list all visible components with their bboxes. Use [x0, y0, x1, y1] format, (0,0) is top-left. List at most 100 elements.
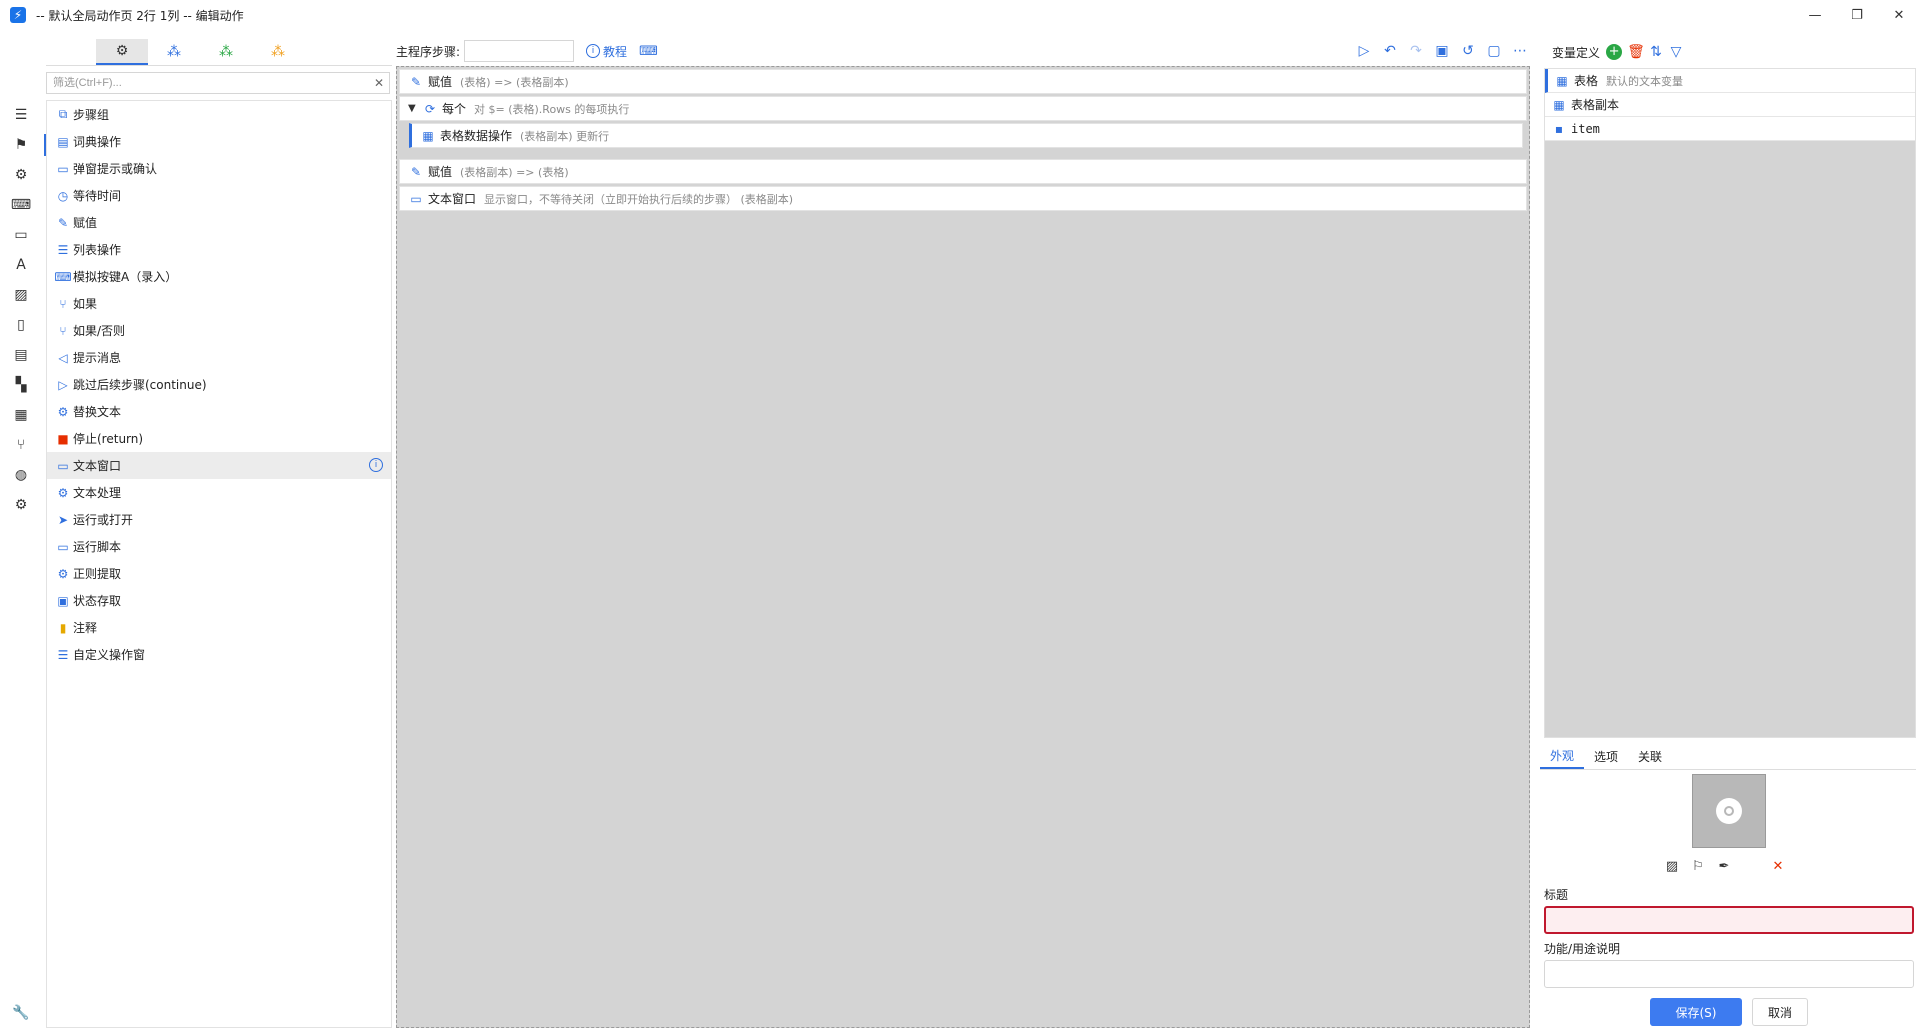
list-item[interactable]: ⌨ 模拟按键A（录入）	[47, 263, 391, 290]
list-item[interactable]: ⧉ 步骤组	[47, 101, 391, 128]
description-input[interactable]	[1544, 960, 1914, 988]
menu-icon[interactable]: ☰	[0, 100, 42, 130]
list-item[interactable]: ▷ 跳过后续步骤(continue)	[47, 371, 391, 398]
note-icon[interactable]: ▢	[1484, 41, 1504, 61]
more-icon[interactable]: ⋯	[1510, 41, 1530, 61]
variable-item[interactable]: ▦ 表格副本	[1545, 93, 1915, 117]
list-item[interactable]: ◷ 等待时间	[47, 182, 391, 209]
list-item[interactable]: ▤ 词典操作	[47, 128, 391, 155]
delete-icon[interactable]: 🗑	[1626, 42, 1646, 62]
window-icon[interactable]: ▭	[0, 220, 42, 250]
undo-icon[interactable]: ↶	[1380, 41, 1400, 61]
action-label: 弹窗提示或确认	[73, 162, 158, 176]
variable-item[interactable]: ▦ 表格 默认的文本变量	[1545, 69, 1915, 93]
settings-icon[interactable]: ⚙	[0, 160, 42, 190]
table-icon: ▦	[1553, 97, 1565, 112]
info-icon[interactable]: i	[369, 458, 383, 472]
variable-desc: 默认的文本变量	[1606, 74, 1684, 88]
keyboard-icon[interactable]: ⌨	[639, 44, 658, 59]
sort-icon[interactable]: ⇅	[1646, 42, 1666, 62]
run-icon[interactable]: ▷	[1354, 41, 1374, 61]
list-item[interactable]: ☰ 列表操作	[47, 236, 391, 263]
filter-icon[interactable]: ▽	[1666, 42, 1686, 62]
cancel-button[interactable]: 取消	[1752, 998, 1808, 1026]
icon-preview[interactable]	[1692, 774, 1766, 848]
action-icon: ☰	[57, 242, 69, 257]
add-icon[interactable]: +	[1606, 44, 1623, 60]
variables-title: 变量定义	[1552, 45, 1601, 60]
restore-button[interactable]: ❐	[1836, 0, 1878, 30]
list-item[interactable]: ◁ 提示消息	[47, 344, 391, 371]
clipboard-icon[interactable]: ▯	[0, 310, 42, 340]
gears-icon[interactable]: ⚙	[0, 490, 42, 520]
list-item[interactable]: ▭ 弹窗提示或确认	[47, 155, 391, 182]
minimize-button[interactable]: —	[1794, 0, 1836, 30]
action-label: 运行或打开	[73, 513, 134, 527]
list-item[interactable]: ⚙ 文本处理	[47, 479, 391, 506]
history-icon[interactable]: ↺	[1458, 41, 1478, 61]
step-desc: (表格副本) 更新行	[520, 129, 610, 143]
tab-blue-group[interactable]: ⁂	[148, 39, 200, 65]
keyboard-icon[interactable]: ⌨	[0, 190, 42, 220]
table-icon[interactable]: ▦	[0, 400, 42, 430]
redo-icon[interactable]: ↷	[1406, 41, 1426, 61]
variable-item[interactable]: ▪ item	[1545, 117, 1915, 141]
title-input[interactable]	[1544, 906, 1914, 934]
flag-icon[interactable]: ⚐	[1690, 858, 1706, 874]
globe-icon[interactable]: ◍	[0, 460, 42, 490]
list-item[interactable]: ▭ 运行脚本	[47, 533, 391, 560]
git-branch-icon[interactable]: ⑂	[0, 430, 42, 460]
list-item[interactable]: ⚙ 替换文本	[47, 398, 391, 425]
windows-logo-icon[interactable]: ▚	[0, 370, 42, 400]
list-item[interactable]: ▮ 注释	[47, 614, 391, 641]
steps-input[interactable]	[464, 40, 575, 62]
action-icon: ▭	[57, 458, 69, 473]
tab-gears[interactable]: ⚙	[96, 38, 148, 65]
tutorial-label: 教程	[603, 44, 628, 59]
filter-input[interactable]	[47, 73, 369, 93]
action-label: 自定义操作窗	[73, 648, 146, 662]
save-button[interactable]: 保存(S)	[1650, 998, 1742, 1026]
steps-canvas[interactable]: ✎ 赋值 (表格) => (表格副本) ▼ ⟳ 每个 对 $= (表格).Row…	[396, 66, 1530, 1028]
step-row[interactable]: ▭ 文本窗口 显示窗口，不等待关闭（立即开始执行后续的步骤） (表格副本)	[399, 186, 1527, 211]
text-variable-icon: ▪	[1554, 121, 1564, 136]
step-row[interactable]: ✎ 赋值 (表格副本) => (表格)	[399, 159, 1527, 184]
font-icon[interactable]: A	[0, 250, 42, 280]
wrench-icon[interactable]: 🔧	[0, 1000, 42, 1026]
tab-links[interactable]: 关联	[1628, 744, 1672, 769]
list-item[interactable]: ⚙ 正则提取	[47, 560, 391, 587]
cluster-blue-icon: ⁂	[167, 43, 181, 60]
list-item[interactable]: ➤ 运行或打开	[47, 506, 391, 533]
action-icon: ▭	[57, 539, 69, 554]
action-label: 注释	[73, 621, 98, 635]
tab-orange-group[interactable]: ⁂	[252, 39, 304, 65]
edit-icon: ✎	[410, 164, 422, 179]
tab-appearance[interactable]: 外观	[1540, 744, 1585, 769]
list-item[interactable]: ☰ 自定义操作窗	[47, 641, 391, 668]
list-item[interactable]: ■ 停止(return)	[47, 425, 391, 452]
list-item[interactable]: ▭ 文本窗口 i	[47, 452, 391, 479]
list-item[interactable]: ⑂ 如果	[47, 290, 391, 317]
list-item[interactable]: ⑂ 如果/否则	[47, 317, 391, 344]
window-controls: — ❐ ✕	[1794, 0, 1920, 30]
tab-green-group[interactable]: ⁂	[200, 39, 252, 65]
step-row[interactable]: ▼ ⟳ 每个 对 $= (表格).Rows 的每项执行	[399, 96, 1527, 121]
step-row[interactable]: ▦ 表格数据操作 (表格副本) 更新行	[409, 123, 1523, 148]
document-icon[interactable]: ▤	[0, 340, 42, 370]
tab-options[interactable]: 选项	[1584, 744, 1628, 769]
eyedropper-icon[interactable]: ✒	[1716, 858, 1732, 874]
main-toolbar: 主程序步骤: i 教程 ⌨ ▷ ↶ ↷ ▣ ↺ ▢ ⋯	[396, 38, 1530, 64]
clear-icon[interactable]: ✕	[369, 76, 389, 90]
collapse-icon[interactable]: ▼	[408, 103, 420, 114]
close-button[interactable]: ✕	[1878, 0, 1920, 30]
bookmark-icon[interactable]: ⚑	[0, 130, 47, 160]
image-icon[interactable]: ▨	[0, 280, 42, 310]
image-icon[interactable]: ▨	[1664, 858, 1680, 874]
list-item[interactable]: ▣ 状态存取	[47, 587, 391, 614]
remove-icon[interactable]: ✕	[1770, 858, 1786, 874]
action-icon: ⌨	[54, 269, 72, 284]
list-item[interactable]: ✎ 赋值	[47, 209, 391, 236]
save-icon[interactable]: ▣	[1432, 41, 1452, 61]
tutorial-link[interactable]: i 教程	[586, 43, 627, 60]
step-row[interactable]: ✎ 赋值 (表格) => (表格副本)	[399, 69, 1527, 94]
